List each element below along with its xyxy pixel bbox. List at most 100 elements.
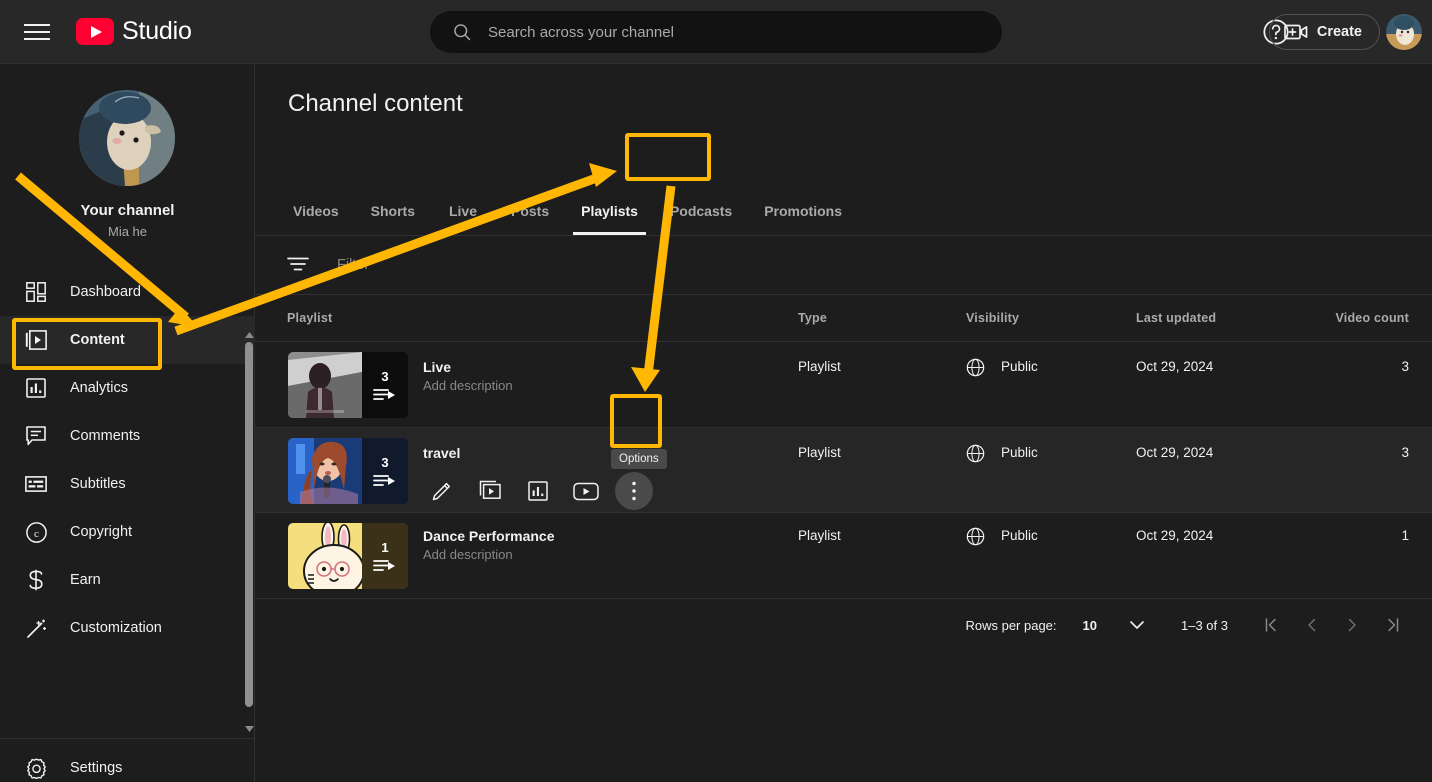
search-input[interactable] — [488, 23, 968, 41]
scrollbar-thumb[interactable] — [245, 342, 253, 707]
column-header-last-updated: Last updated — [1136, 311, 1217, 325]
playlist-thumbnail[interactable]: 1 — [288, 523, 408, 589]
pagination-range: 1–3 of 3 — [1181, 617, 1228, 633]
sidebar-item-subtitles[interactable]: Subtitles — [0, 460, 255, 508]
video-plus-icon — [1284, 24, 1308, 40]
content-video-icon — [24, 328, 48, 352]
chevron-down-icon[interactable] — [1127, 615, 1147, 635]
options-tooltip: Options — [611, 449, 667, 469]
previous-page-button[interactable] — [1292, 605, 1332, 645]
edit-playlist-button[interactable] — [423, 472, 461, 510]
filter-icon[interactable] — [287, 255, 309, 273]
tab-podcasts[interactable]: Podcasts — [654, 187, 748, 235]
analytics-bars-icon — [24, 376, 48, 400]
first-page-icon — [1265, 618, 1276, 632]
next-page-icon — [1348, 618, 1356, 632]
pagination-bar: Rows per page: 10 1–3 of 3 — [255, 601, 1432, 649]
sidebar-item-dashboard[interactable]: Dashboard — [0, 268, 255, 316]
thumbnail-video-count: 3 — [381, 454, 389, 470]
last-page-icon — [1388, 618, 1399, 632]
playlist-title[interactable]: Dance Performance — [423, 528, 555, 544]
playlist-thumbnail[interactable]: 3 — [288, 438, 408, 504]
sidebar-scrollbar[interactable] — [243, 332, 255, 732]
create-button[interactable]: Create — [1268, 14, 1380, 50]
column-header-type: Type — [798, 311, 828, 325]
tab-posts[interactable]: Posts — [495, 187, 565, 235]
dollar-icon — [24, 568, 48, 592]
globe-icon — [966, 527, 985, 546]
channel-name: Mia he — [107, 224, 148, 239]
analytics-bars-icon — [528, 481, 548, 501]
subtitles-icon — [24, 472, 48, 496]
playlist-type: Playlist — [798, 359, 841, 374]
gear-icon — [24, 756, 48, 780]
row-divider — [255, 598, 1432, 599]
table-row[interactable]: 1 Dance Performance Add description Play… — [255, 513, 1432, 598]
playlist-title[interactable]: Live — [423, 359, 451, 375]
sidebar-item-comments[interactable]: Comments — [0, 412, 255, 460]
thumbnail-image — [288, 438, 362, 504]
tab-playlists[interactable]: Playlists — [565, 187, 654, 235]
table-row[interactable]: 3 travel Playlist Public Oct 29, 2024 3 — [255, 428, 1432, 513]
sidebar-item-analytics[interactable]: Analytics — [0, 364, 255, 412]
thumbnail-count-overlay: 3 — [362, 438, 408, 504]
edit-pencil-icon — [432, 482, 451, 501]
sidebar-item-earn[interactable]: Earn — [0, 556, 255, 604]
sidebar-item-label: Content — [70, 332, 125, 348]
playlist-video-count: 1 — [1401, 528, 1409, 543]
youtube-play-icon — [573, 482, 599, 500]
filter-input[interactable] — [337, 252, 857, 278]
thumbnail-count-overlay: 1 — [362, 523, 408, 589]
filter-bar — [255, 236, 1432, 294]
channel-avatar[interactable] — [79, 90, 175, 186]
sidebar-item-customization[interactable]: Customization — [0, 604, 255, 652]
top-bar: Studio Create — [0, 0, 1432, 64]
sidebar-item-content[interactable]: Content — [0, 316, 255, 364]
main-content: Channel content Videos Shorts Live Posts… — [255, 64, 1432, 782]
column-header-visibility: Visibility — [966, 311, 1020, 325]
view-on-youtube-button[interactable] — [567, 472, 605, 510]
tab-shorts[interactable]: Shorts — [355, 187, 431, 235]
playlist-thumbnail[interactable]: 3 — [288, 352, 408, 418]
options-button[interactable] — [615, 472, 653, 510]
rows-per-page-value[interactable]: 10 — [1083, 618, 1097, 633]
table-header: Playlist Type Visibility Last updated Vi… — [255, 295, 1432, 341]
thumbnail-count-overlay: 3 — [362, 352, 408, 418]
next-page-button[interactable] — [1332, 605, 1372, 645]
sidebar-item-label: Comments — [70, 428, 141, 444]
sidebar-item-copyright[interactable]: c Copyright — [0, 508, 255, 556]
tab-live[interactable]: Live — [431, 187, 495, 235]
playlist-description[interactable]: Add description — [423, 378, 513, 393]
sidebar-item-label: Dashboard — [70, 284, 141, 300]
video-library-button[interactable] — [471, 472, 509, 510]
copyright-icon: c — [24, 520, 48, 544]
playlist-last-updated: Oct 29, 2024 — [1136, 359, 1214, 374]
playlist-description[interactable]: Add description — [423, 547, 513, 562]
globe-icon — [966, 444, 985, 463]
hamburger-icon[interactable] — [24, 19, 50, 45]
brand-label: Studio — [122, 17, 192, 45]
scroll-down-icon[interactable] — [245, 726, 254, 732]
studio-logo[interactable]: Studio — [76, 17, 192, 46]
playlist-visibility: Public — [1001, 359, 1038, 374]
search-bar[interactable] — [430, 11, 1002, 53]
page-title: Channel content — [288, 90, 463, 117]
playlist-lines-icon — [373, 388, 395, 400]
last-page-button[interactable] — [1372, 605, 1412, 645]
sidebar-item-label: Copyright — [70, 524, 133, 540]
sidebar-item-settings[interactable]: Settings — [0, 744, 255, 782]
account-avatar[interactable] — [1386, 14, 1422, 50]
table-row[interactable]: 3 Live Add description Playlist Public O… — [255, 342, 1432, 427]
scroll-up-icon[interactable] — [245, 332, 254, 338]
tab-videos[interactable]: Videos — [277, 187, 355, 235]
comment-bubble-icon — [24, 424, 48, 448]
sidebar-item-label: Customization — [70, 620, 162, 636]
playlist-analytics-button[interactable] — [519, 472, 557, 510]
content-tabs: Videos Shorts Live Posts Playlists Podca… — [277, 187, 858, 235]
channel-label: Your channel — [80, 202, 175, 219]
youtube-logo-icon — [76, 18, 114, 45]
first-page-button[interactable] — [1252, 605, 1292, 645]
playlist-title[interactable]: travel — [423, 445, 460, 461]
tab-promotions[interactable]: Promotions — [748, 187, 858, 235]
playlist-last-updated: Oct 29, 2024 — [1136, 528, 1214, 543]
